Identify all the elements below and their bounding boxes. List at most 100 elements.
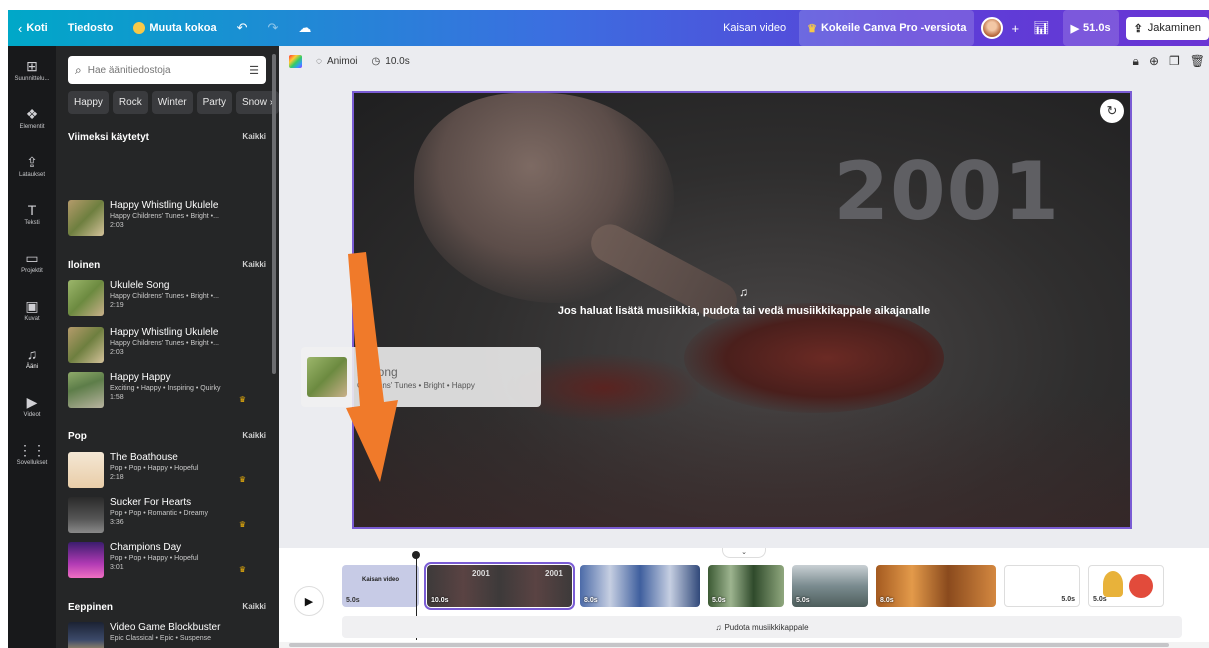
duration-button[interactable]: ◷ 10.0s bbox=[372, 56, 410, 67]
undo-button[interactable]: ↶ bbox=[227, 10, 258, 46]
year-text[interactable]: 2001 bbox=[833, 145, 1060, 238]
timeline-clip[interactable]: 8.0s bbox=[876, 565, 996, 607]
chip-happy[interactable]: Happy bbox=[68, 91, 109, 114]
play-icon: ▶ bbox=[1070, 22, 1080, 35]
panel-scrollbar[interactable] bbox=[272, 54, 276, 374]
track-item[interactable]: The Boathouse Pop • Pop • Happy • Hopeful… bbox=[68, 452, 266, 492]
save-status[interactable]: ☁ bbox=[288, 10, 321, 46]
search-bar[interactable]: ⌕ ☰ bbox=[68, 56, 266, 84]
track-item[interactable]: Sucker For Hearts Pop • Pop • Romantic • … bbox=[68, 497, 266, 537]
add-person-icon[interactable]: + bbox=[1011, 21, 1019, 36]
color-picker[interactable] bbox=[289, 54, 302, 68]
rail-label: Sovellukset bbox=[16, 459, 48, 466]
timeline-scroll-thumb[interactable] bbox=[289, 643, 1169, 647]
timeline-clip[interactable]: 5.0s bbox=[792, 565, 868, 607]
rail-item-layout[interactable]: ⊞ Suunnittelu... bbox=[8, 46, 56, 94]
rail-item-upload[interactable]: ⇪ Lataukset bbox=[8, 142, 56, 190]
image-icon: ▣ bbox=[25, 297, 39, 314]
chip-rock[interactable]: Rock bbox=[112, 91, 148, 114]
track-thumbnail bbox=[68, 280, 104, 316]
track-item[interactable]: Ukulele Song Happy Childrens' Tunes • Bri… bbox=[68, 280, 266, 320]
search-input[interactable] bbox=[87, 64, 228, 76]
resize-label: Muuta kokoa bbox=[149, 22, 217, 34]
duration-label: 10.0s bbox=[385, 55, 410, 67]
clip-duration: 5.0s bbox=[346, 597, 360, 604]
duplicate-icon[interactable]: ❐ bbox=[1169, 54, 1180, 69]
share-label: Jakaminen bbox=[1147, 22, 1201, 34]
try-pro-button[interactable]: ♛ Kokeile Canva Pro -versiota bbox=[799, 10, 975, 46]
redo-button[interactable]: ↷ bbox=[258, 10, 289, 46]
file-menu[interactable]: Tiedosto bbox=[58, 10, 124, 46]
timeline-play-button[interactable]: ▶ bbox=[294, 586, 324, 616]
track-tags: Exciting • Happy • Inspiring • Quirky bbox=[110, 385, 221, 392]
drop-music-message: Jos haluat lisätä musiikkia, pudota tai … bbox=[557, 305, 931, 317]
trash-icon[interactable]: 🗑︎ bbox=[1190, 54, 1205, 69]
add-page-icon[interactable]: ⊕ bbox=[1149, 54, 1159, 69]
lock-icon[interactable]: 🔒︎ bbox=[1133, 54, 1139, 69]
rail-label: Videot bbox=[23, 411, 41, 418]
search-icon: ⌕ bbox=[75, 62, 82, 77]
cloud-check-icon: ☁ bbox=[298, 20, 312, 35]
rail-item-elements[interactable]: ❖ Elementit bbox=[8, 94, 56, 142]
timeline: ⌄ ▶ Kaisan video 5.0s 2001 2001 10.0s 8.… bbox=[279, 548, 1209, 648]
see-all-link[interactable]: Kaikki bbox=[242, 132, 266, 143]
filter-icon[interactable]: ☰ bbox=[249, 64, 259, 77]
insights-button[interactable]: 📊︎ bbox=[1023, 10, 1060, 46]
rail-item-image[interactable]: ▣ Kuvat bbox=[8, 286, 56, 334]
track-item[interactable]: Happy Whistling Ukulele Happy Childrens' … bbox=[68, 327, 266, 367]
dragged-track[interactable]: le Song Childrens' Tunes • Bright • Happ… bbox=[301, 347, 541, 407]
timeline-clip[interactable]: 5.0s bbox=[1004, 565, 1080, 607]
see-all-link[interactable]: Kaikki bbox=[242, 602, 266, 613]
chip-snow-label: Snow bbox=[241, 97, 267, 108]
rail-label: Kuvat bbox=[24, 315, 40, 322]
rail-item-music[interactable]: ♫ Ääni bbox=[8, 334, 56, 382]
refresh-icon[interactable]: ↻ bbox=[1100, 99, 1124, 123]
pro-crown-icon bbox=[133, 22, 146, 34]
track-item[interactable]: Video Game Blockbuster Epic Classical • E… bbox=[68, 622, 266, 648]
rail-label: Suunnittelu... bbox=[14, 75, 50, 82]
rail-item-text[interactable]: T Teksti bbox=[8, 190, 56, 238]
rail-item-folder[interactable]: ▭ Projektit bbox=[8, 238, 56, 286]
chip-party[interactable]: Party bbox=[196, 91, 232, 114]
clip-sticker bbox=[1129, 574, 1153, 598]
track-item[interactable]: Happy Whistling Ukulele Happy Childrens' … bbox=[68, 200, 266, 240]
timeline-scrollbar[interactable] bbox=[279, 642, 1209, 648]
animate-button[interactable]: ◌ Animoi bbox=[316, 56, 358, 67]
elements-icon: ❖ bbox=[25, 105, 39, 122]
timeline-clip[interactable]: 5.0s bbox=[1088, 565, 1164, 607]
music-note-icon: ♫ bbox=[715, 622, 722, 632]
track-thumbnail bbox=[68, 327, 104, 363]
track-thumbnail bbox=[68, 372, 104, 408]
timeline-clip[interactable]: 5.0s bbox=[708, 565, 784, 607]
resize-button[interactable]: Muuta kokoa bbox=[123, 10, 226, 46]
rail-item-apps[interactable]: ⋮⋮ Sovellukset bbox=[8, 430, 56, 478]
track-item[interactable]: Champions Day Pop • Pop • Happy • Hopeful… bbox=[68, 542, 266, 582]
track-title: Ukulele Song bbox=[110, 280, 170, 291]
see-all-link[interactable]: Kaikki bbox=[242, 431, 266, 442]
project-title[interactable]: Kaisan video bbox=[713, 10, 796, 46]
clip-label: 2001 bbox=[545, 569, 563, 578]
track-title: Champions Day bbox=[110, 542, 182, 553]
avatar[interactable] bbox=[981, 17, 1004, 39]
design-canvas[interactable]: 2001 ↻ ♫ Jos haluat lisätä musiikkia, pu… bbox=[352, 91, 1132, 529]
home-button[interactable]: ‹ Koti bbox=[8, 10, 58, 46]
timeline-clip[interactable]: Kaisan video 5.0s bbox=[342, 565, 419, 607]
rail-item-video[interactable]: ▶ Videot bbox=[8, 382, 56, 430]
collaborators[interactable]: + bbox=[977, 10, 1023, 46]
track-item[interactable]: Happy Happy Exciting • Happy • Inspiring … bbox=[68, 372, 266, 412]
collapse-timeline-button[interactable]: ⌄ bbox=[722, 548, 766, 558]
track-duration: 2:03 bbox=[110, 349, 124, 356]
chip-winter[interactable]: Winter bbox=[151, 91, 193, 114]
clip-duration: 5.0s bbox=[712, 597, 726, 604]
see-all-link[interactable]: Kaikki bbox=[242, 260, 266, 271]
track-thumbnail bbox=[68, 497, 104, 533]
share-icon: ⇪ bbox=[1133, 22, 1143, 35]
share-button[interactable]: ⇪ Jakaminen bbox=[1125, 16, 1209, 40]
track-thumbnail bbox=[68, 200, 104, 236]
play-preview-button[interactable]: ▶ 51.0s bbox=[1062, 10, 1119, 46]
timeline-clip-selected[interactable]: 2001 2001 10.0s bbox=[424, 562, 575, 610]
play-duration: 51.0s bbox=[1083, 22, 1111, 34]
audio-drop-track[interactable]: ♫ Pudota musiikkikappale bbox=[342, 616, 1182, 638]
project-title-text: Kaisan video bbox=[723, 22, 787, 34]
timeline-clip[interactable]: 8.0s bbox=[580, 565, 700, 607]
